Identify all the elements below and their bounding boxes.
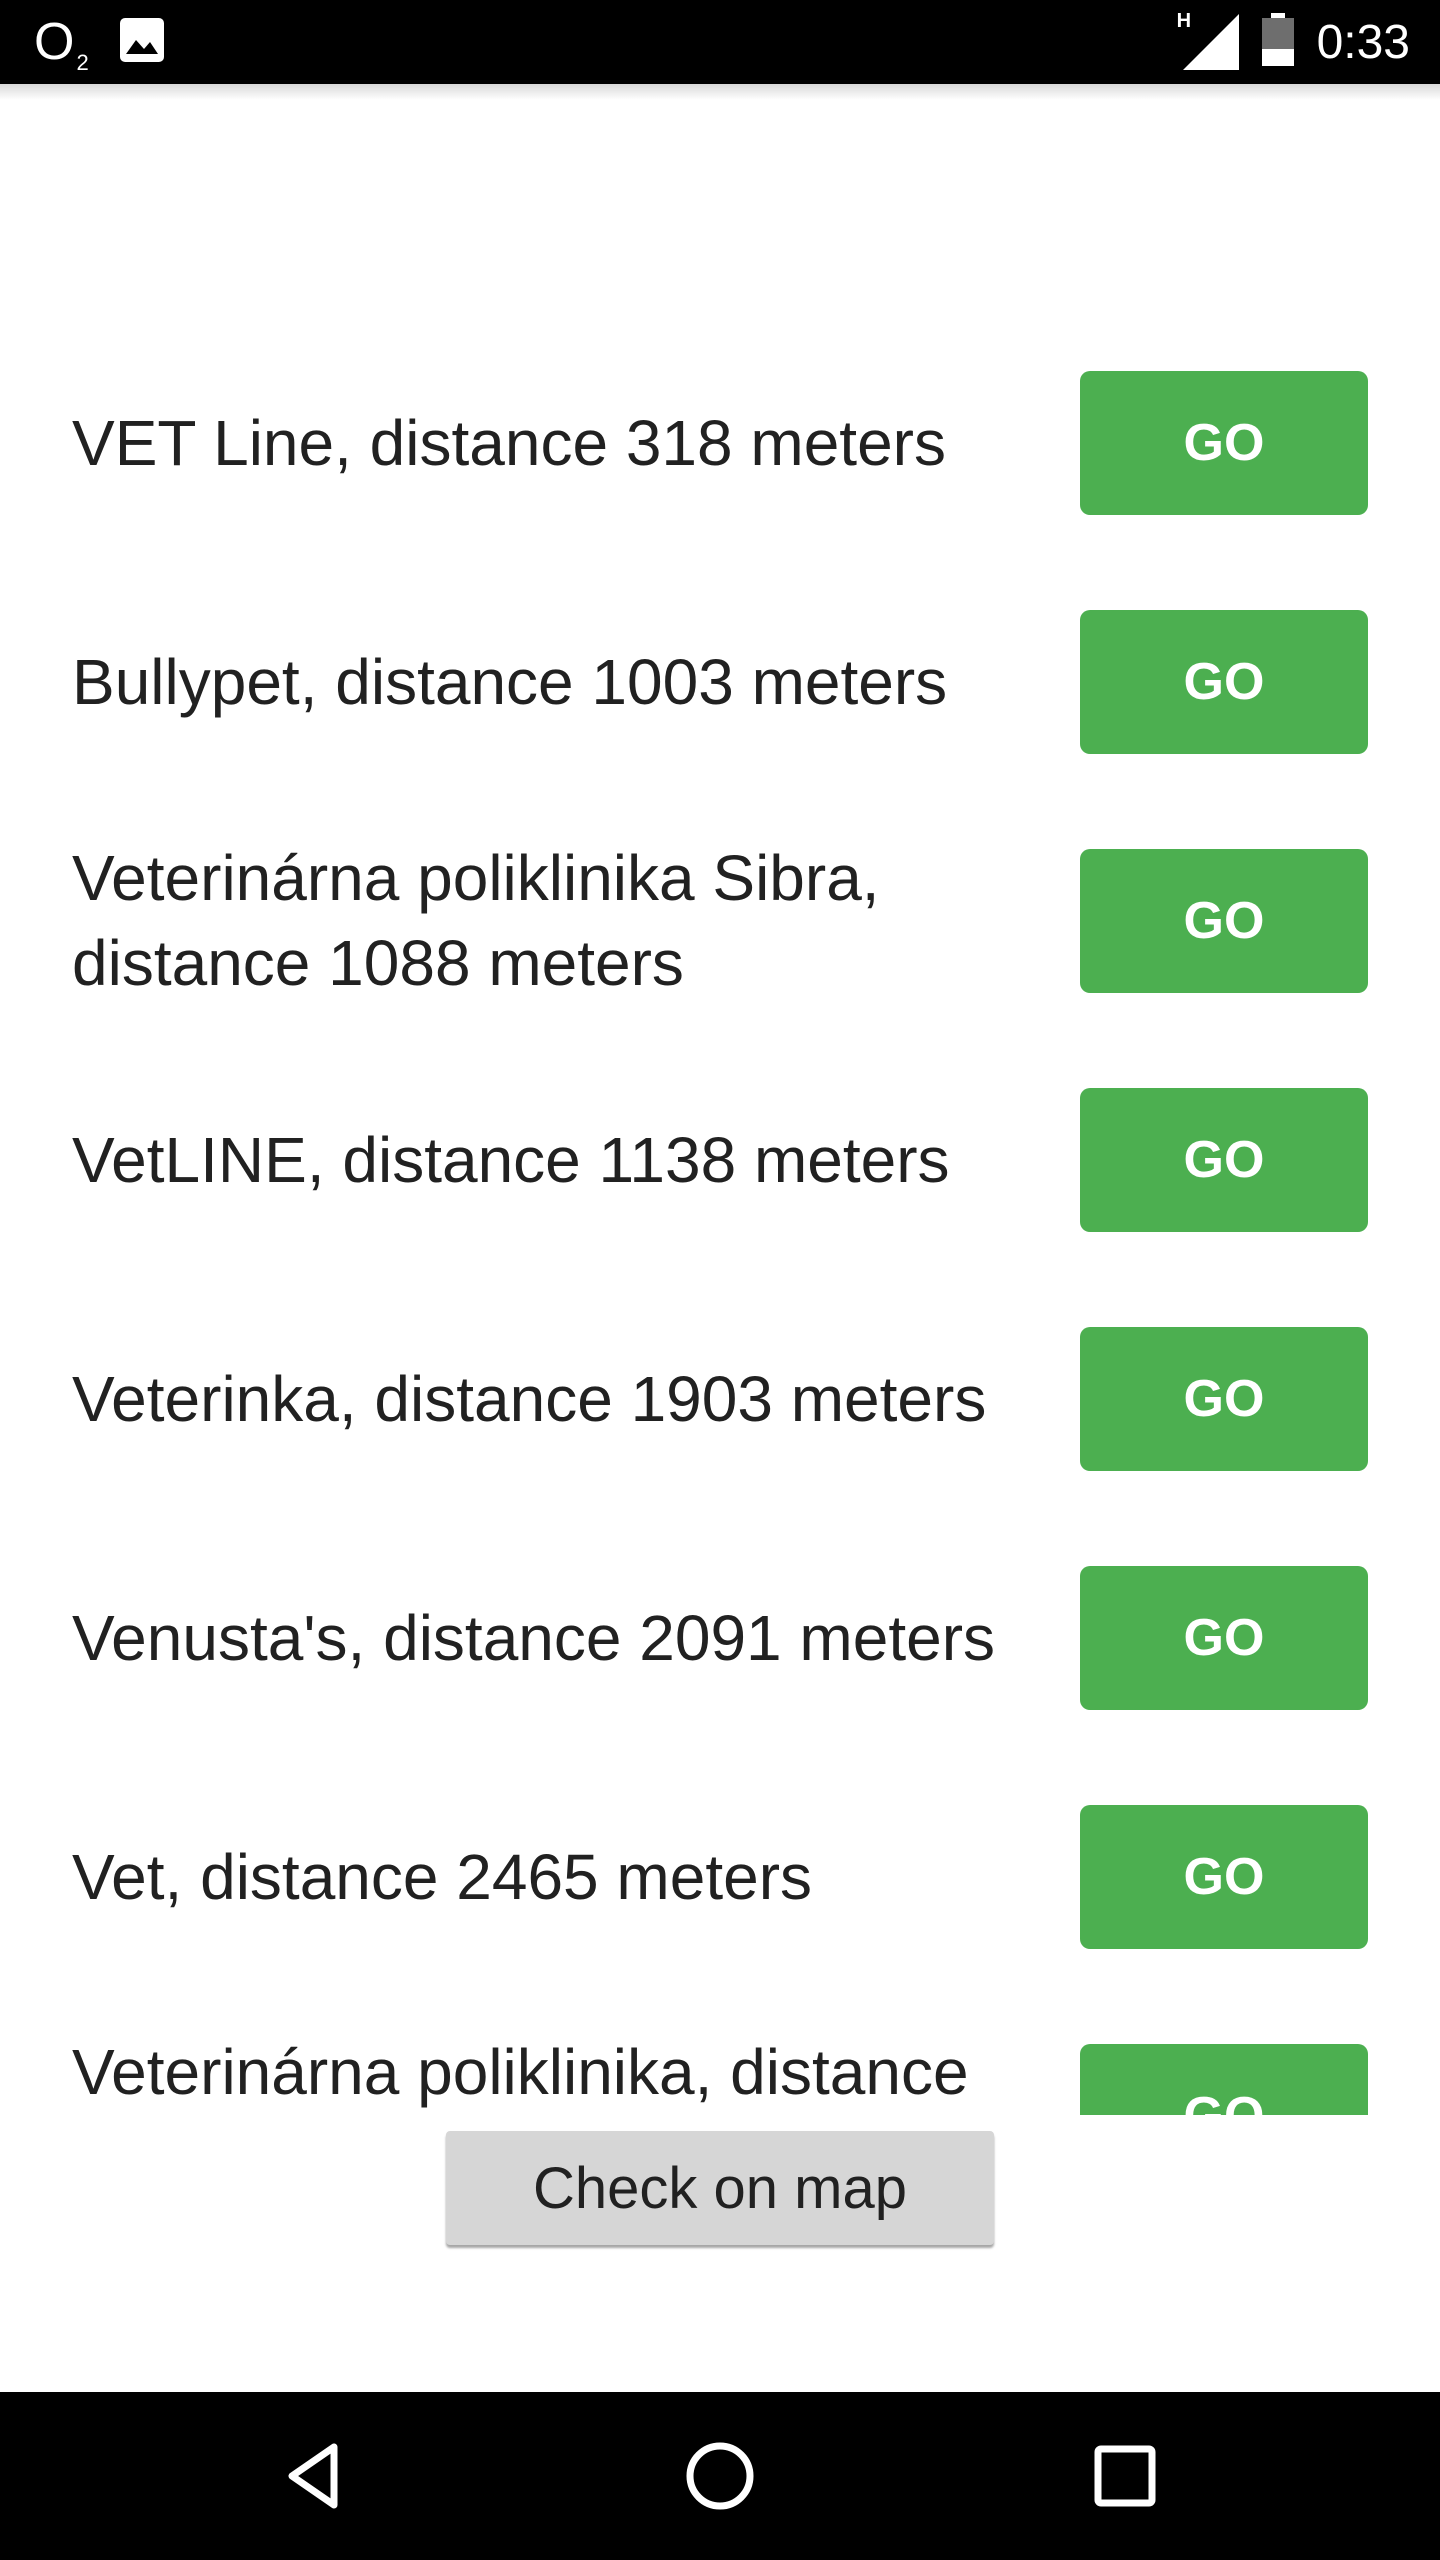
check-on-map-button[interactable]: Check on map xyxy=(446,2131,994,2245)
place-label: Veterinárna poliklinika, distance xyxy=(72,2036,969,2108)
list-item: Veterinárna poliklinika Sibra, distance … xyxy=(0,821,1440,1021)
list-item: VET Line, distance 318 meters GO xyxy=(0,343,1440,543)
place-label: Bullypet, distance 1003 meters xyxy=(72,645,948,718)
recents-button[interactable] xyxy=(1045,2392,1205,2560)
list-item: Bullypet, distance 1003 meters GO xyxy=(0,582,1440,782)
go-button[interactable]: GO xyxy=(1080,1088,1368,1232)
place-label: VET Line, distance 318 meters xyxy=(72,406,946,479)
place-label: Veterinárna poliklinika Sibra, distance … xyxy=(72,842,880,999)
go-button[interactable]: GO xyxy=(1080,1805,1368,1949)
list-item: Veterinka, distance 1903 meters GO xyxy=(0,1299,1440,1499)
place-label: VetLINE, distance 1138 meters xyxy=(72,1123,950,1196)
go-button[interactable]: GO xyxy=(1080,1566,1368,1710)
back-icon xyxy=(288,2443,338,2509)
list-item: VetLINE, distance 1138 meters GO xyxy=(0,1060,1440,1260)
home-button[interactable] xyxy=(640,2392,800,2560)
navigation-bar xyxy=(0,2392,1440,2560)
list-item: Venusta's, distance 2091 meters GO xyxy=(0,1538,1440,1738)
place-label: Veterinka, distance 1903 meters xyxy=(72,1362,987,1435)
list-item: Veterinárna poliklinika, distance GO xyxy=(0,2016,1440,2115)
go-button[interactable]: GO xyxy=(1080,2044,1368,2115)
go-button[interactable]: GO xyxy=(1080,610,1368,754)
list-item: Vet, distance 2465 meters GO xyxy=(0,1777,1440,1977)
go-button[interactable]: GO xyxy=(1080,1327,1368,1471)
place-label: Venusta's, distance 2091 meters xyxy=(72,1601,995,1674)
go-button[interactable]: GO xyxy=(1080,849,1368,993)
go-button[interactable]: GO xyxy=(1080,371,1368,515)
back-button[interactable] xyxy=(235,2392,395,2560)
place-list[interactable]: VET Line, distance 318 meters GO Bullypet,… xyxy=(0,0,1440,2115)
place-label: Vet, distance 2465 meters xyxy=(72,1840,812,1913)
recents-icon xyxy=(1094,2445,1156,2507)
home-icon xyxy=(686,2442,754,2510)
